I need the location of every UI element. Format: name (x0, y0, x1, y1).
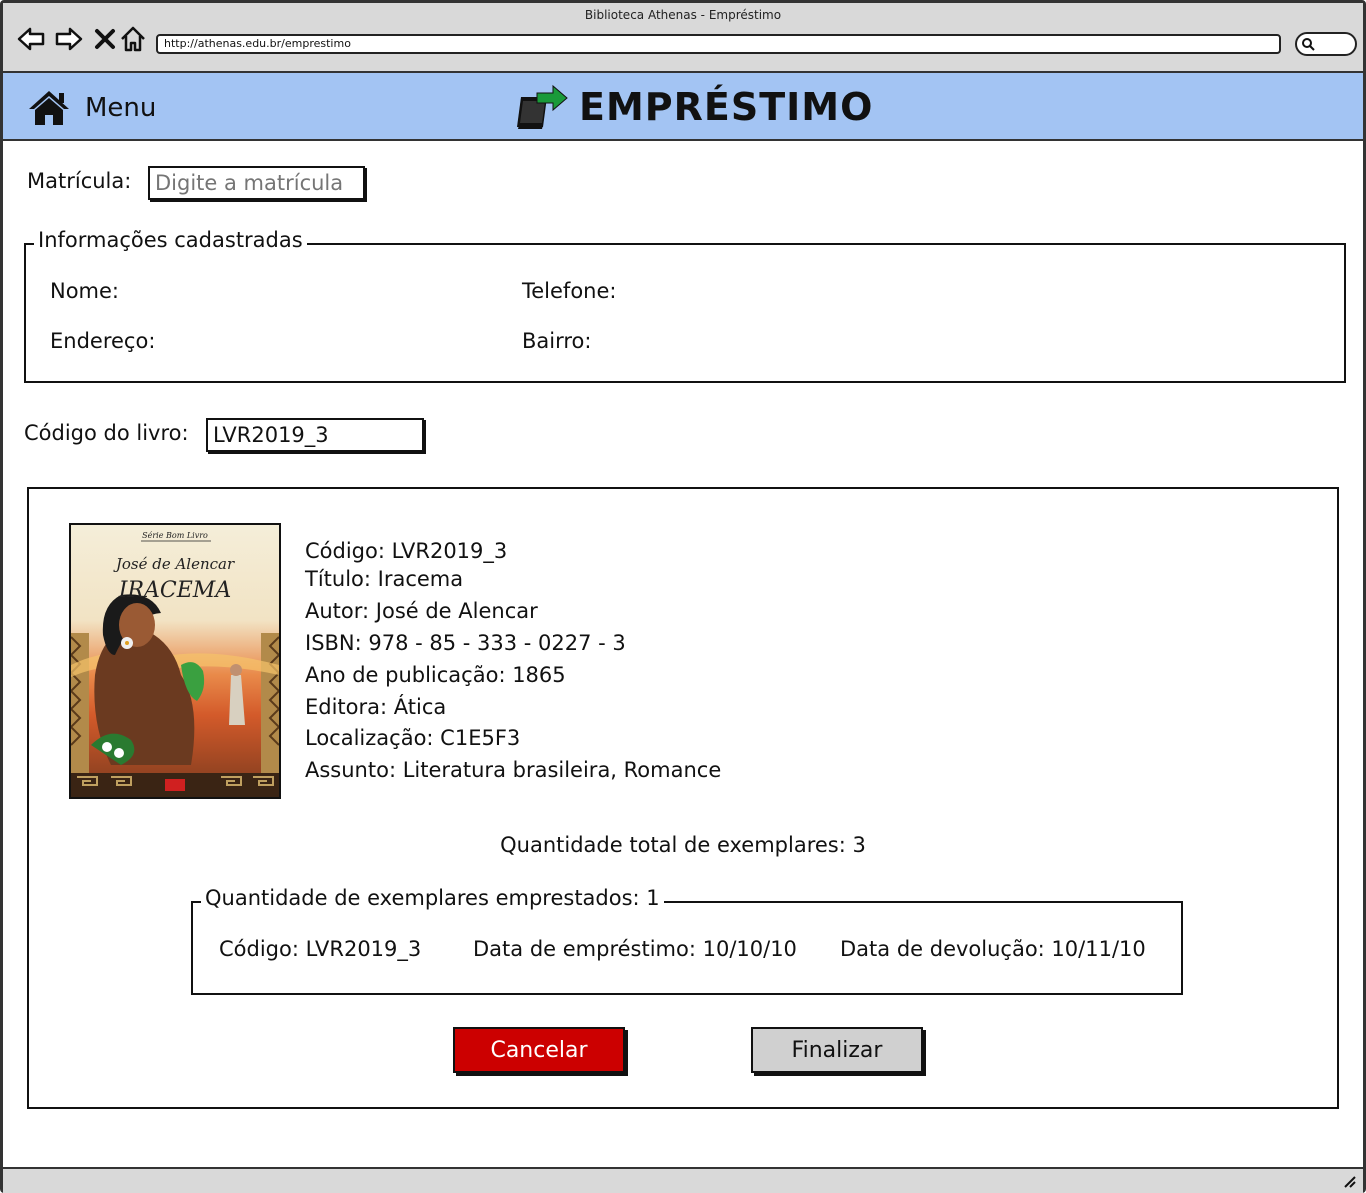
book-details-panel: Série Bom Livro José de Alencar IRACEMA … (27, 487, 1339, 1109)
back-arrow-icon[interactable] (17, 25, 45, 53)
user-info-legend: Informações cadastradas (34, 228, 307, 252)
loan-data-emprestimo: Data de empréstimo: 10/10/10 (473, 937, 797, 961)
cancel-button[interactable]: Cancelar (453, 1027, 625, 1073)
book-editora: Editora: Ática (305, 695, 447, 719)
browser-status-bar (3, 1167, 1363, 1193)
endereco-label: Endereço: (50, 329, 156, 353)
loans-legend: Quantidade de exemplares emprestados: 1 (201, 886, 664, 910)
book-assunto: Assunto: Literatura brasileira, Romance (305, 758, 722, 782)
page-title: EMPRÉSTIMO (579, 85, 874, 129)
book-ano: Ano de publicação: 1865 (305, 663, 566, 687)
home-icon (29, 91, 69, 125)
cover-series-text: Série Bom Livro (142, 531, 208, 540)
nome-label: Nome: (50, 279, 120, 303)
book-export-icon (517, 84, 568, 129)
address-bar[interactable]: http://athenas.edu.br/emprestimo (156, 34, 1281, 54)
book-cover-image: Série Bom Livro José de Alencar IRACEMA (69, 523, 281, 799)
menu-button[interactable]: Menu (27, 89, 156, 127)
loan-data-devolucao: Data de devolução: 10/11/10 (840, 937, 1146, 961)
resize-grip-icon[interactable] (1341, 1173, 1357, 1189)
close-x-icon[interactable] (91, 25, 119, 53)
cover-title-text: IRACEMA (118, 578, 231, 603)
total-copies-text: Quantidade total de exemplares: 3 (500, 833, 866, 857)
app-header: Menu EMPRÉSTIMO (3, 73, 1363, 141)
book-codigo: Código: LVR2019_3 (305, 539, 508, 563)
page-title-group: EMPRÉSTIMO (513, 83, 873, 131)
book-isbn: ISBN: 978 - 85 - 333 - 0227 - 3 (305, 631, 626, 655)
user-info-group: Informações cadastradas Nome: Telefone: … (24, 228, 1346, 383)
browser-chrome: Biblioteca Athenas - Empréstimo http://a… (3, 3, 1363, 73)
cover-author-text: José de Alencar (113, 555, 235, 573)
browser-search-box[interactable] (1295, 32, 1357, 56)
book-titulo: Título: Iracema (305, 567, 464, 591)
codigo-livro-label: Código do livro: (24, 421, 189, 445)
finish-button[interactable]: Finalizar (751, 1027, 923, 1073)
forward-arrow-icon[interactable] (55, 25, 83, 53)
browser-window: Biblioteca Athenas - Empréstimo http://a… (0, 0, 1366, 1193)
bairro-label: Bairro: (522, 329, 592, 353)
book-localizacao: Localização: C1E5F3 (305, 726, 521, 750)
matricula-input[interactable] (148, 166, 365, 200)
codigo-livro-input[interactable] (206, 418, 424, 452)
menu-label: Menu (85, 93, 157, 123)
loans-group: Quantidade de exemplares emprestados: 1 … (191, 886, 1183, 995)
search-icon (1302, 38, 1315, 51)
loan-codigo: Código: LVR2019_3 (219, 937, 422, 961)
window-title: Biblioteca Athenas - Empréstimo (584, 8, 782, 22)
telefone-label: Telefone: (522, 279, 617, 303)
home-outline-icon[interactable] (119, 25, 147, 53)
matricula-label: Matrícula: (27, 169, 132, 193)
book-autor: Autor: José de Alencar (305, 599, 538, 623)
